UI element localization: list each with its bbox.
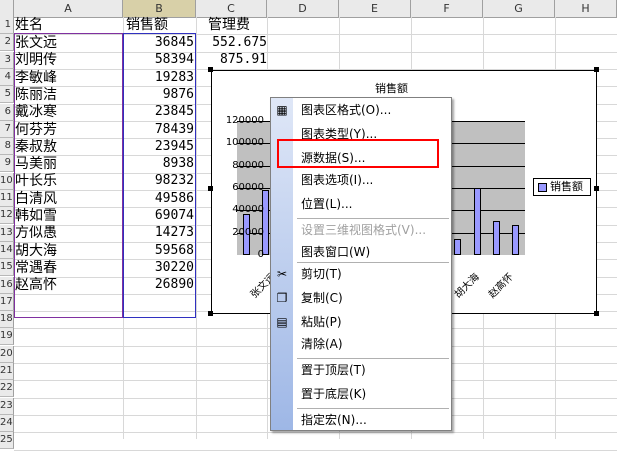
menu-item[interactable]: 图表选项(I)... <box>301 170 373 190</box>
menu-item[interactable]: 图表窗口(W) <box>301 242 370 262</box>
row-header[interactable]: 5 <box>0 86 14 104</box>
row-header[interactable]: 18 <box>0 311 14 329</box>
chart-resize-handle-l[interactable] <box>208 186 213 191</box>
column-header-h[interactable]: H <box>555 0 617 17</box>
menu-item[interactable]: 指定宏(N)... <box>301 410 367 430</box>
chart-resize-handle-bl[interactable] <box>208 311 213 316</box>
row-header[interactable]: 15 <box>0 259 14 277</box>
row-header[interactable]: 13 <box>0 224 14 242</box>
row-header[interactable]: 4 <box>0 68 14 86</box>
y-tick-label: 40000 <box>232 204 264 216</box>
menu-separator <box>297 218 449 219</box>
y-tick-label: 120000 <box>225 115 264 126</box>
row-header[interactable]: 16 <box>0 276 14 294</box>
menu-item: 设置三维视图格式(V)... <box>301 223 427 237</box>
menu-item[interactable]: 图表区格式(O)... <box>301 100 391 120</box>
row-header[interactable]: 6 <box>0 103 14 121</box>
row-header[interactable]: 1 <box>0 17 14 34</box>
paste-icon: ▤ <box>276 315 288 329</box>
y-tick-label: 60000 <box>232 182 264 193</box>
scissors-icon: ✂ <box>276 267 288 281</box>
row-header[interactable]: 12 <box>0 207 14 225</box>
row-header[interactable]: 25 <box>0 432 14 450</box>
row-gridline <box>14 449 617 451</box>
y-tick-label: 0 <box>257 249 264 260</box>
selection-range-a <box>14 33 123 318</box>
cell-b1[interactable]: 销售额 <box>126 16 196 34</box>
row-header[interactable]: 19 <box>0 328 14 346</box>
chart-resize-handle-tl[interactable] <box>208 67 213 72</box>
chart-bar[interactable] <box>454 239 462 255</box>
y-tick-label: 100000 <box>225 137 264 149</box>
chart-bar[interactable] <box>262 189 270 255</box>
chart-bar[interactable] <box>511 224 519 255</box>
row-header[interactable]: 17 <box>0 293 14 311</box>
row-header[interactable]: 24 <box>0 414 14 432</box>
highlight-box <box>277 139 439 168</box>
row-header[interactable]: 8 <box>0 138 14 156</box>
menu-separator <box>297 408 449 409</box>
row-header[interactable]: 22 <box>0 380 14 398</box>
row-header[interactable]: 7 <box>0 120 14 138</box>
menu-item[interactable]: 位置(L)... <box>301 194 353 214</box>
menu-separator <box>297 262 449 263</box>
chart-resize-handle-tr[interactable] <box>594 67 599 72</box>
row-header[interactable]: 2 <box>0 34 14 52</box>
menu-item[interactable]: 粘贴(P) <box>301 312 342 332</box>
chart-title[interactable]: 销售额 <box>375 80 408 96</box>
select-all-corner[interactable] <box>0 0 14 17</box>
format-icon: ▦ <box>276 103 288 117</box>
row-header[interactable]: 14 <box>0 241 14 259</box>
row-header[interactable]: 23 <box>0 397 14 415</box>
chart-bar[interactable] <box>492 221 500 255</box>
menu-item[interactable]: 清除(A) <box>301 334 343 354</box>
menu-item[interactable]: 剪切(T) <box>301 264 342 284</box>
column-header-a[interactable]: A <box>14 0 123 17</box>
chart-bar[interactable] <box>473 188 481 255</box>
row-header[interactable]: 20 <box>0 345 14 363</box>
row-header[interactable]: 11 <box>0 190 14 207</box>
y-tick-label: 20000 <box>232 226 264 238</box>
menu-item[interactable]: 置于底层(K) <box>301 384 366 404</box>
menu-item[interactable]: 置于顶层(T) <box>301 360 366 380</box>
column-header-f[interactable]: F <box>411 0 483 17</box>
menu-separator <box>297 358 449 359</box>
chart-legend[interactable]: 销售额 <box>533 178 591 196</box>
row-header[interactable]: 10 <box>0 172 14 190</box>
cell-a1[interactable]: 姓名 <box>15 16 123 34</box>
selection-range-b <box>123 33 196 318</box>
row-header[interactable]: 3 <box>0 51 14 69</box>
row-header[interactable]: 9 <box>0 155 14 173</box>
legend-swatch <box>538 182 547 192</box>
copy-icon: ❐ <box>276 291 288 305</box>
cell-fee[interactable]: 552.675 <box>199 34 267 52</box>
column-header-c[interactable]: C <box>196 0 267 17</box>
column-header-d[interactable]: D <box>267 0 339 17</box>
cell-c1[interactable]: 管理费 <box>208 16 278 34</box>
menu-item[interactable]: 复制(C) <box>301 288 343 308</box>
legend-label: 销售额 <box>550 180 583 193</box>
column-header-g[interactable]: G <box>483 0 555 17</box>
row-gridline <box>14 432 617 434</box>
chart-resize-handle-r[interactable] <box>594 186 599 191</box>
column-header-e[interactable]: E <box>339 0 411 17</box>
row-header[interactable]: 21 <box>0 363 14 380</box>
column-header-b[interactable]: B <box>123 0 196 17</box>
chart-resize-handle-br[interactable] <box>594 311 599 316</box>
y-tick-label: 80000 <box>232 159 264 171</box>
